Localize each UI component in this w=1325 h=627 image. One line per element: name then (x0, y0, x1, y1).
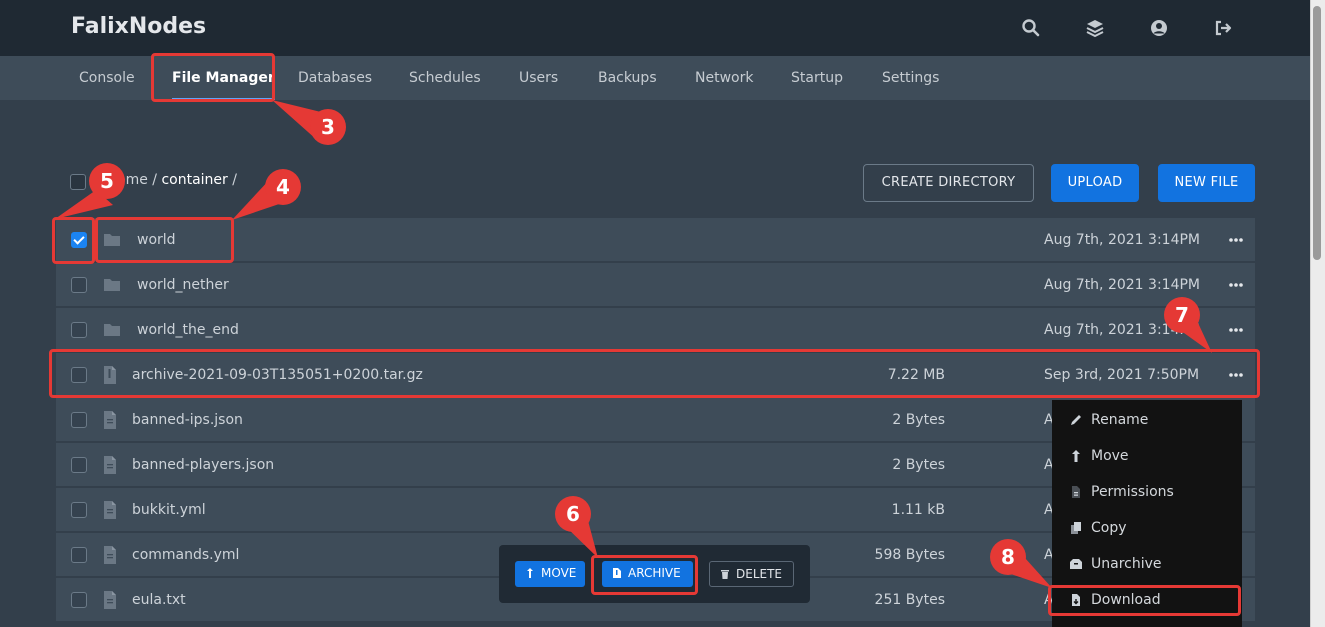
annotation-box-world-name (95, 217, 234, 263)
callout-4: 4 (232, 169, 301, 220)
menu-item-label: Unarchive (1091, 556, 1162, 572)
more-options-icon[interactable] (1228, 279, 1244, 291)
move-arrow-icon (1069, 449, 1083, 463)
unarchive-icon (1069, 557, 1083, 571)
row-checkbox[interactable] (71, 547, 87, 563)
menu-item-label: Permissions (1091, 484, 1174, 500)
row-checkbox[interactable] (71, 277, 87, 293)
search-icon[interactable] (1021, 18, 1041, 38)
bulk-move-label: MOVE (541, 566, 577, 580)
row-checkbox[interactable] (71, 322, 87, 338)
breadcrumb: ome / container / (117, 172, 237, 188)
tab-console[interactable]: Console (79, 56, 135, 100)
file-size: 251 Bytes (874, 592, 945, 608)
file-icon (100, 500, 120, 520)
callout-5-number: 5 (100, 169, 114, 193)
permissions-file-icon (1069, 485, 1083, 499)
file-icon (100, 545, 120, 565)
row-checkbox[interactable] (71, 502, 87, 518)
file-modified-date: Aug 7th, 2021 3:14PM (1044, 277, 1200, 293)
folder-icon (102, 320, 122, 340)
callout-4-number: 4 (276, 175, 290, 199)
menu-item-unarchive[interactable]: Unarchive (1052, 546, 1242, 582)
tab-schedules[interactable]: Schedules (409, 56, 481, 100)
file-icon (100, 455, 120, 475)
menu-item-move[interactable]: Move (1052, 438, 1242, 474)
copy-icon (1069, 521, 1083, 535)
file-row[interactable]: world Aug 7th, 2021 3:14PM (56, 218, 1255, 262)
menu-item-label: Copy (1091, 520, 1127, 536)
file-icon (100, 410, 120, 430)
select-all-checkbox[interactable] (70, 174, 86, 190)
tab-settings[interactable]: Settings (882, 56, 939, 100)
bulk-delete-label: DELETE (736, 567, 783, 581)
breadcrumb-separator: / (227, 172, 237, 188)
file-name[interactable]: world_nether (137, 263, 229, 307)
menu-item-rename[interactable]: Rename (1052, 402, 1242, 438)
tab-backups[interactable]: Backups (598, 56, 657, 100)
create-directory-button[interactable]: CREATE DIRECTORY (863, 164, 1034, 202)
menu-item-copy[interactable]: Copy (1052, 510, 1242, 546)
pencil-icon (1069, 413, 1083, 427)
menu-item-label: Rename (1091, 412, 1149, 428)
more-options-icon[interactable] (1228, 234, 1244, 246)
bulk-move-button[interactable]: MOVE (515, 561, 585, 587)
menu-item-permissions[interactable]: Permissions (1052, 474, 1242, 510)
row-checkbox[interactable] (71, 412, 87, 428)
row-checkbox[interactable] (71, 457, 87, 473)
more-options-icon[interactable] (1228, 324, 1244, 336)
file-size: 2 Bytes (892, 457, 945, 473)
file-name[interactable]: commands.yml (132, 533, 239, 577)
annotation-box-world-checkbox (52, 217, 95, 264)
annotation-box-archive-button (591, 555, 698, 595)
file-name[interactable]: banned-players.json (132, 443, 274, 487)
breadcrumb-current[interactable]: container (161, 172, 227, 188)
tab-network[interactable]: Network (695, 56, 753, 100)
annotation-box-file-manager (151, 53, 275, 102)
upload-button[interactable]: UPLOAD (1051, 164, 1139, 202)
top-header: FalixNodes (0, 0, 1310, 56)
tab-users[interactable]: Users (519, 56, 558, 100)
tab-databases[interactable]: Databases (298, 56, 372, 100)
file-icon (100, 590, 120, 610)
file-modified-date: Aug 7th, 2021 3:14PM (1044, 232, 1200, 248)
file-name[interactable]: banned-ips.json (132, 398, 243, 442)
annotation-box-archive-row (49, 349, 1260, 398)
layers-icon[interactable] (1085, 18, 1105, 38)
callout-3-number: 3 (321, 115, 335, 139)
folder-icon (102, 275, 122, 295)
move-arrow-icon (524, 567, 536, 579)
breadcrumb-home[interactable]: ome / (117, 172, 161, 188)
file-name[interactable]: bukkit.yml (132, 488, 206, 532)
file-row[interactable]: world_the_end Aug 7th, 2021 3:14PM (56, 308, 1255, 352)
file-size: 1.11 kB (891, 502, 945, 518)
file-size: 598 Bytes (874, 547, 945, 563)
trash-icon (719, 568, 731, 580)
file-modified-date: Aug 7th, 2021 3:14PM (1044, 322, 1200, 338)
sign-out-icon[interactable] (1213, 18, 1233, 38)
menu-item-label: Move (1091, 448, 1129, 464)
file-name[interactable]: eula.txt (132, 578, 186, 622)
bulk-delete-button[interactable]: DELETE (709, 561, 794, 587)
callout-5: 5 (55, 163, 125, 219)
brand-name[interactable]: FalixNodes (71, 14, 206, 39)
file-name[interactable]: world_the_end (137, 308, 239, 352)
file-size: 2 Bytes (892, 412, 945, 428)
file-row[interactable]: world_nether Aug 7th, 2021 3:14PM (56, 263, 1255, 307)
tab-startup[interactable]: Startup (791, 56, 843, 100)
annotation-box-download (1048, 585, 1241, 616)
callout-3: 3 (272, 100, 346, 145)
new-file-button[interactable]: NEW FILE (1158, 164, 1255, 202)
scrollbar-thumb[interactable] (1313, 6, 1321, 260)
row-checkbox[interactable] (71, 592, 87, 608)
account-icon[interactable] (1149, 18, 1169, 38)
